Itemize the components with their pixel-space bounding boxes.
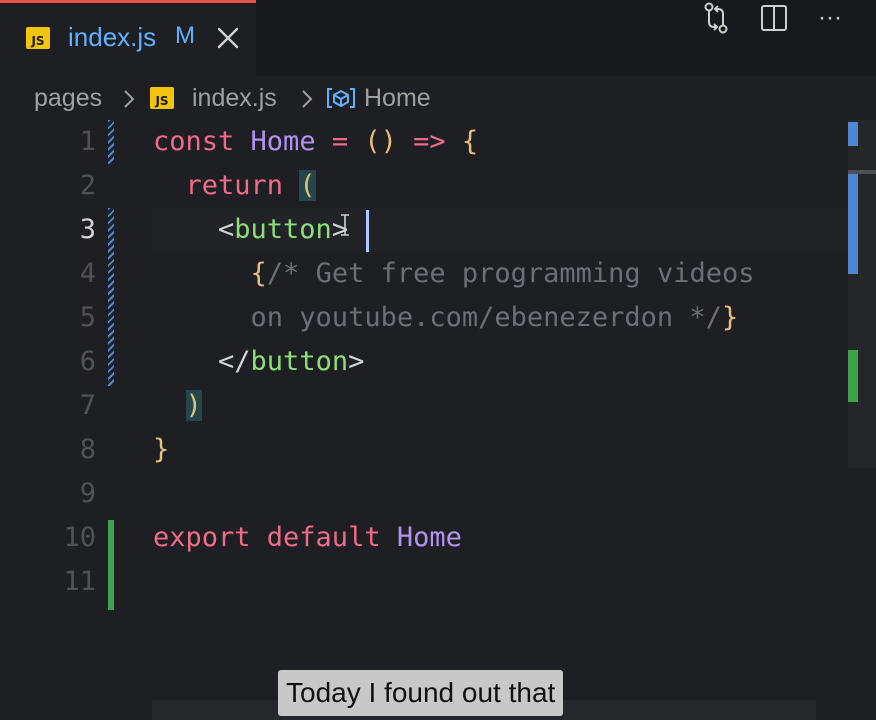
line-number: 11 <box>63 566 96 597</box>
code-line[interactable]: 5 on youtube.com/ebenezerdon */} <box>0 296 848 340</box>
code-token: => <box>396 126 462 157</box>
gutter-added-marker <box>108 520 114 610</box>
breadcrumb-file[interactable]: index.js <box>192 84 277 113</box>
active-tab-accent <box>0 0 256 3</box>
code-token: } <box>153 434 170 465</box>
breadcrumb-folder[interactable]: pages <box>34 84 102 113</box>
git-compare-icon[interactable] <box>700 0 732 36</box>
breadcrumb: pages JS index.js Home <box>0 76 876 120</box>
line-number: 1 <box>79 126 96 157</box>
line-number: 9 <box>79 478 96 509</box>
editor-tab-bar: JS index.js M ··· <box>0 0 876 76</box>
chevron-right-icon <box>122 88 136 110</box>
line-number: 5 <box>79 302 96 333</box>
code-token: button <box>234 214 332 245</box>
code-token: ) <box>185 390 202 421</box>
code-text: </button> <box>153 340 364 384</box>
code-text: {/* Get free programming videos <box>153 252 755 296</box>
more-actions-icon[interactable]: ··· <box>814 0 846 36</box>
code-token: const <box>153 126 251 157</box>
code-line[interactable]: 4 {/* Get free programming videos <box>0 252 848 296</box>
line-number: 8 <box>79 434 96 465</box>
code-token: </ <box>153 346 251 377</box>
code-token: { <box>461 126 479 157</box>
code-text: <button> <box>153 208 348 252</box>
modified-indicator: M <box>175 22 195 49</box>
code-line[interactable]: 2 return ( <box>0 164 848 208</box>
code-text: export default Home <box>153 516 462 560</box>
code-line[interactable]: 11 <box>0 560 848 604</box>
line-number: 7 <box>79 390 96 421</box>
chevron-right-icon <box>300 88 314 110</box>
code-token: /* Get free programming videos <box>266 258 755 289</box>
code-token: return <box>185 170 300 201</box>
code-token: < <box>153 214 235 245</box>
code-line[interactable]: 10 export default Home <box>0 516 848 560</box>
javascript-file-icon: JS <box>150 87 174 109</box>
code-token: } <box>721 302 739 333</box>
code-line[interactable]: 8} <box>0 428 848 472</box>
javascript-file-icon: JS <box>26 27 50 49</box>
minimap-modified-mark <box>848 174 858 274</box>
close-icon[interactable] <box>216 24 240 52</box>
breadcrumb-symbol[interactable]: Home <box>364 84 431 113</box>
code-token: Home <box>396 522 462 553</box>
code-line[interactable]: 3 <button> <box>0 208 848 252</box>
line-number: 10 <box>63 522 96 553</box>
code-token: ( <box>299 170 316 201</box>
code-text: return ( <box>153 164 316 208</box>
code-token: = <box>315 126 365 157</box>
code-text: const Home = () => { <box>153 120 478 164</box>
code-token: button <box>250 346 349 377</box>
code-line[interactable]: 1 const Home = () => { <box>0 120 848 164</box>
code-token: export default <box>153 522 397 553</box>
code-editor[interactable]: 1 const Home = () => {2 return (3 <button… <box>0 120 876 720</box>
line-number: 3 <box>79 214 96 245</box>
gutter-modified-marker <box>108 208 114 386</box>
minimap-modified-mark <box>848 122 858 146</box>
minimap-added-mark <box>848 350 858 402</box>
code-text: on youtube.com/ebenezerdon */} <box>153 296 739 340</box>
code-token: { <box>250 258 267 289</box>
code-text: } <box>153 428 169 472</box>
tab-title: index.js <box>68 22 157 52</box>
code-token: > <box>348 346 365 377</box>
code-line[interactable]: 9 <box>0 472 848 516</box>
ibeam-cursor-icon <box>340 212 350 236</box>
line-number: 4 <box>79 258 96 289</box>
split-editor-icon[interactable] <box>758 0 790 36</box>
text-cursor <box>366 210 369 252</box>
code-token: () <box>364 126 397 157</box>
line-number: 2 <box>79 170 96 201</box>
code-token: on youtube.com/ebenezerdon */ <box>153 302 722 333</box>
symbol-method-icon <box>326 87 356 109</box>
code-text: ) <box>153 384 202 428</box>
scrollbar-slider[interactable] <box>848 170 876 174</box>
code-token: Home <box>250 126 316 157</box>
video-caption: Today I found out that <box>278 670 564 716</box>
tab-index-js[interactable]: JS index.js M <box>0 0 256 76</box>
code-line[interactable]: 6 </button> <box>0 340 848 384</box>
gutter-modified-marker <box>108 120 114 164</box>
code-line[interactable]: 7 ) <box>0 384 848 428</box>
line-number: 6 <box>79 346 96 377</box>
